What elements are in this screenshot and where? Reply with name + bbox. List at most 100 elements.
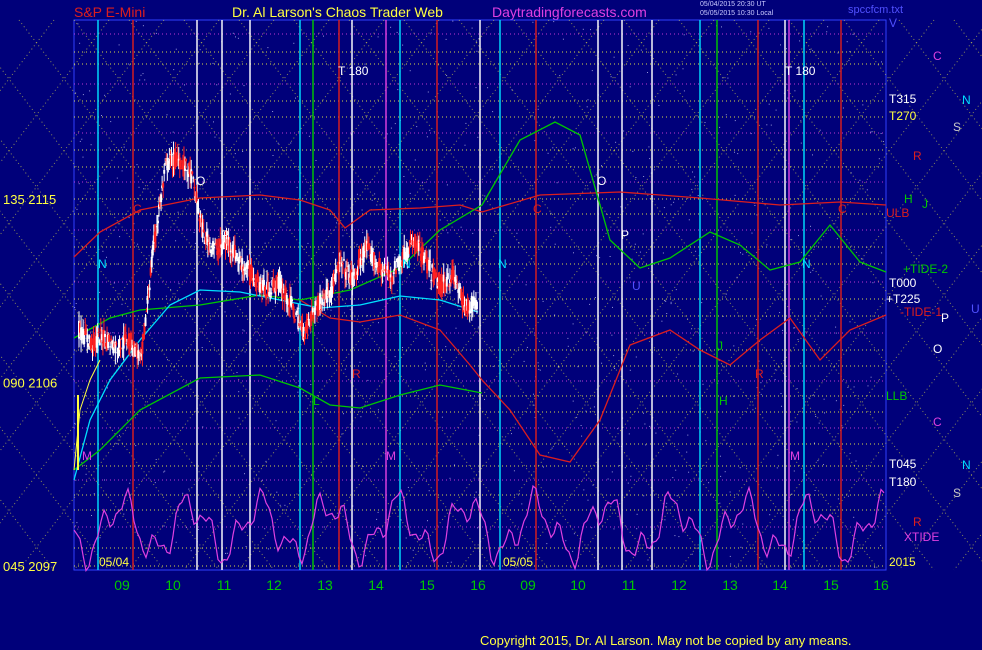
star-dot	[166, 114, 168, 116]
star-dot	[127, 419, 129, 421]
star-dot	[75, 303, 77, 304]
star-dot	[750, 31, 752, 33]
star-dot	[882, 317, 884, 319]
price-candle	[270, 292, 273, 295]
star-dot	[175, 240, 177, 242]
star-dot	[670, 204, 672, 206]
price-candle	[202, 229, 205, 233]
star-dot	[509, 263, 511, 265]
star-dot	[359, 361, 361, 363]
star-dot	[101, 323, 103, 325]
right-axis-label: T000	[889, 276, 917, 290]
star-dot	[342, 235, 344, 237]
star-dot	[390, 26, 392, 28]
star-dot	[800, 142, 802, 144]
star-dot	[601, 362, 603, 364]
star-dot	[518, 493, 520, 495]
star-dot	[112, 332, 114, 334]
star-dot	[172, 131, 174, 133]
star-dot	[275, 420, 277, 422]
date-label: 05/04	[99, 555, 129, 569]
star-dot	[880, 544, 882, 546]
star-dot	[279, 504, 281, 506]
star-dot	[809, 49, 811, 50]
star-dot	[494, 231, 496, 233]
star-dot	[360, 416, 362, 418]
star-dot	[786, 48, 787, 50]
star-dot	[201, 347, 203, 348]
star-dot	[635, 356, 637, 358]
star-dot	[797, 339, 799, 340]
lattice-line	[733, 19, 982, 346]
star-dot	[428, 189, 430, 191]
star-dot	[137, 243, 139, 245]
right-axis-label: R	[913, 515, 922, 529]
star-dot	[295, 375, 297, 377]
star-dot	[664, 519, 666, 521]
star-dot	[798, 235, 799, 237]
star-dot	[554, 243, 556, 245]
star-dot	[846, 41, 848, 43]
right-axis-label: N	[962, 93, 971, 107]
star-dot	[665, 300, 667, 302]
star-dot	[74, 422, 76, 424]
star-dot	[214, 136, 216, 138]
star-dot	[446, 184, 448, 186]
star-dot	[136, 164, 138, 166]
star-dot	[521, 503, 523, 505]
star-dot	[625, 338, 627, 340]
star-dot	[720, 475, 722, 477]
right-axis-label: ULB	[886, 206, 909, 220]
star-dot	[447, 232, 449, 234]
x-tick-label: 13	[317, 577, 333, 593]
star-dot	[508, 275, 510, 277]
star-dot	[724, 471, 726, 473]
star-dot	[362, 231, 364, 233]
star-dot	[815, 416, 817, 417]
price-candle	[446, 273, 449, 279]
x-tick-label: 12	[671, 577, 687, 593]
star-dot	[792, 509, 794, 511]
star-dot	[129, 482, 131, 484]
star-dot	[740, 252, 741, 254]
star-dot	[752, 409, 754, 411]
star-dot	[770, 124, 772, 126]
star-dot	[871, 131, 873, 133]
xtide-oscillator-line	[73, 484, 885, 572]
star-dot	[819, 129, 821, 131]
in-chart-label: O	[597, 174, 606, 188]
star-dot	[666, 502, 668, 504]
star-dot	[477, 136, 479, 138]
star-dot	[632, 150, 634, 152]
price-candle	[185, 158, 188, 162]
star-dot	[180, 398, 182, 400]
star-dot	[572, 148, 574, 150]
star-dot	[768, 27, 770, 29]
star-dot	[636, 528, 638, 530]
star-dot	[390, 211, 392, 212]
star-dot	[661, 320, 663, 322]
x-tick-label: 13	[722, 577, 738, 593]
star-dot	[386, 133, 388, 135]
star-dot	[157, 259, 159, 261]
star-dot	[330, 309, 332, 311]
star-dot	[882, 141, 884, 142]
x-tick-label: 12	[266, 577, 282, 593]
star-dot	[678, 536, 680, 538]
star-dot	[491, 346, 493, 348]
star-dot	[107, 387, 108, 389]
star-dot	[792, 519, 794, 521]
star-dot	[565, 540, 567, 542]
star-dot	[243, 330, 245, 332]
right-axis-label: J	[922, 197, 928, 211]
price-candle	[394, 269, 397, 274]
star-dot	[576, 416, 578, 418]
star-dot	[447, 562, 449, 564]
star-dot	[742, 253, 744, 255]
star-dot	[874, 566, 876, 568]
star-dot	[843, 404, 845, 406]
star-dot	[812, 154, 813, 156]
star-dot	[648, 146, 650, 148]
star-dot	[556, 182, 558, 184]
star-dot	[128, 217, 130, 219]
